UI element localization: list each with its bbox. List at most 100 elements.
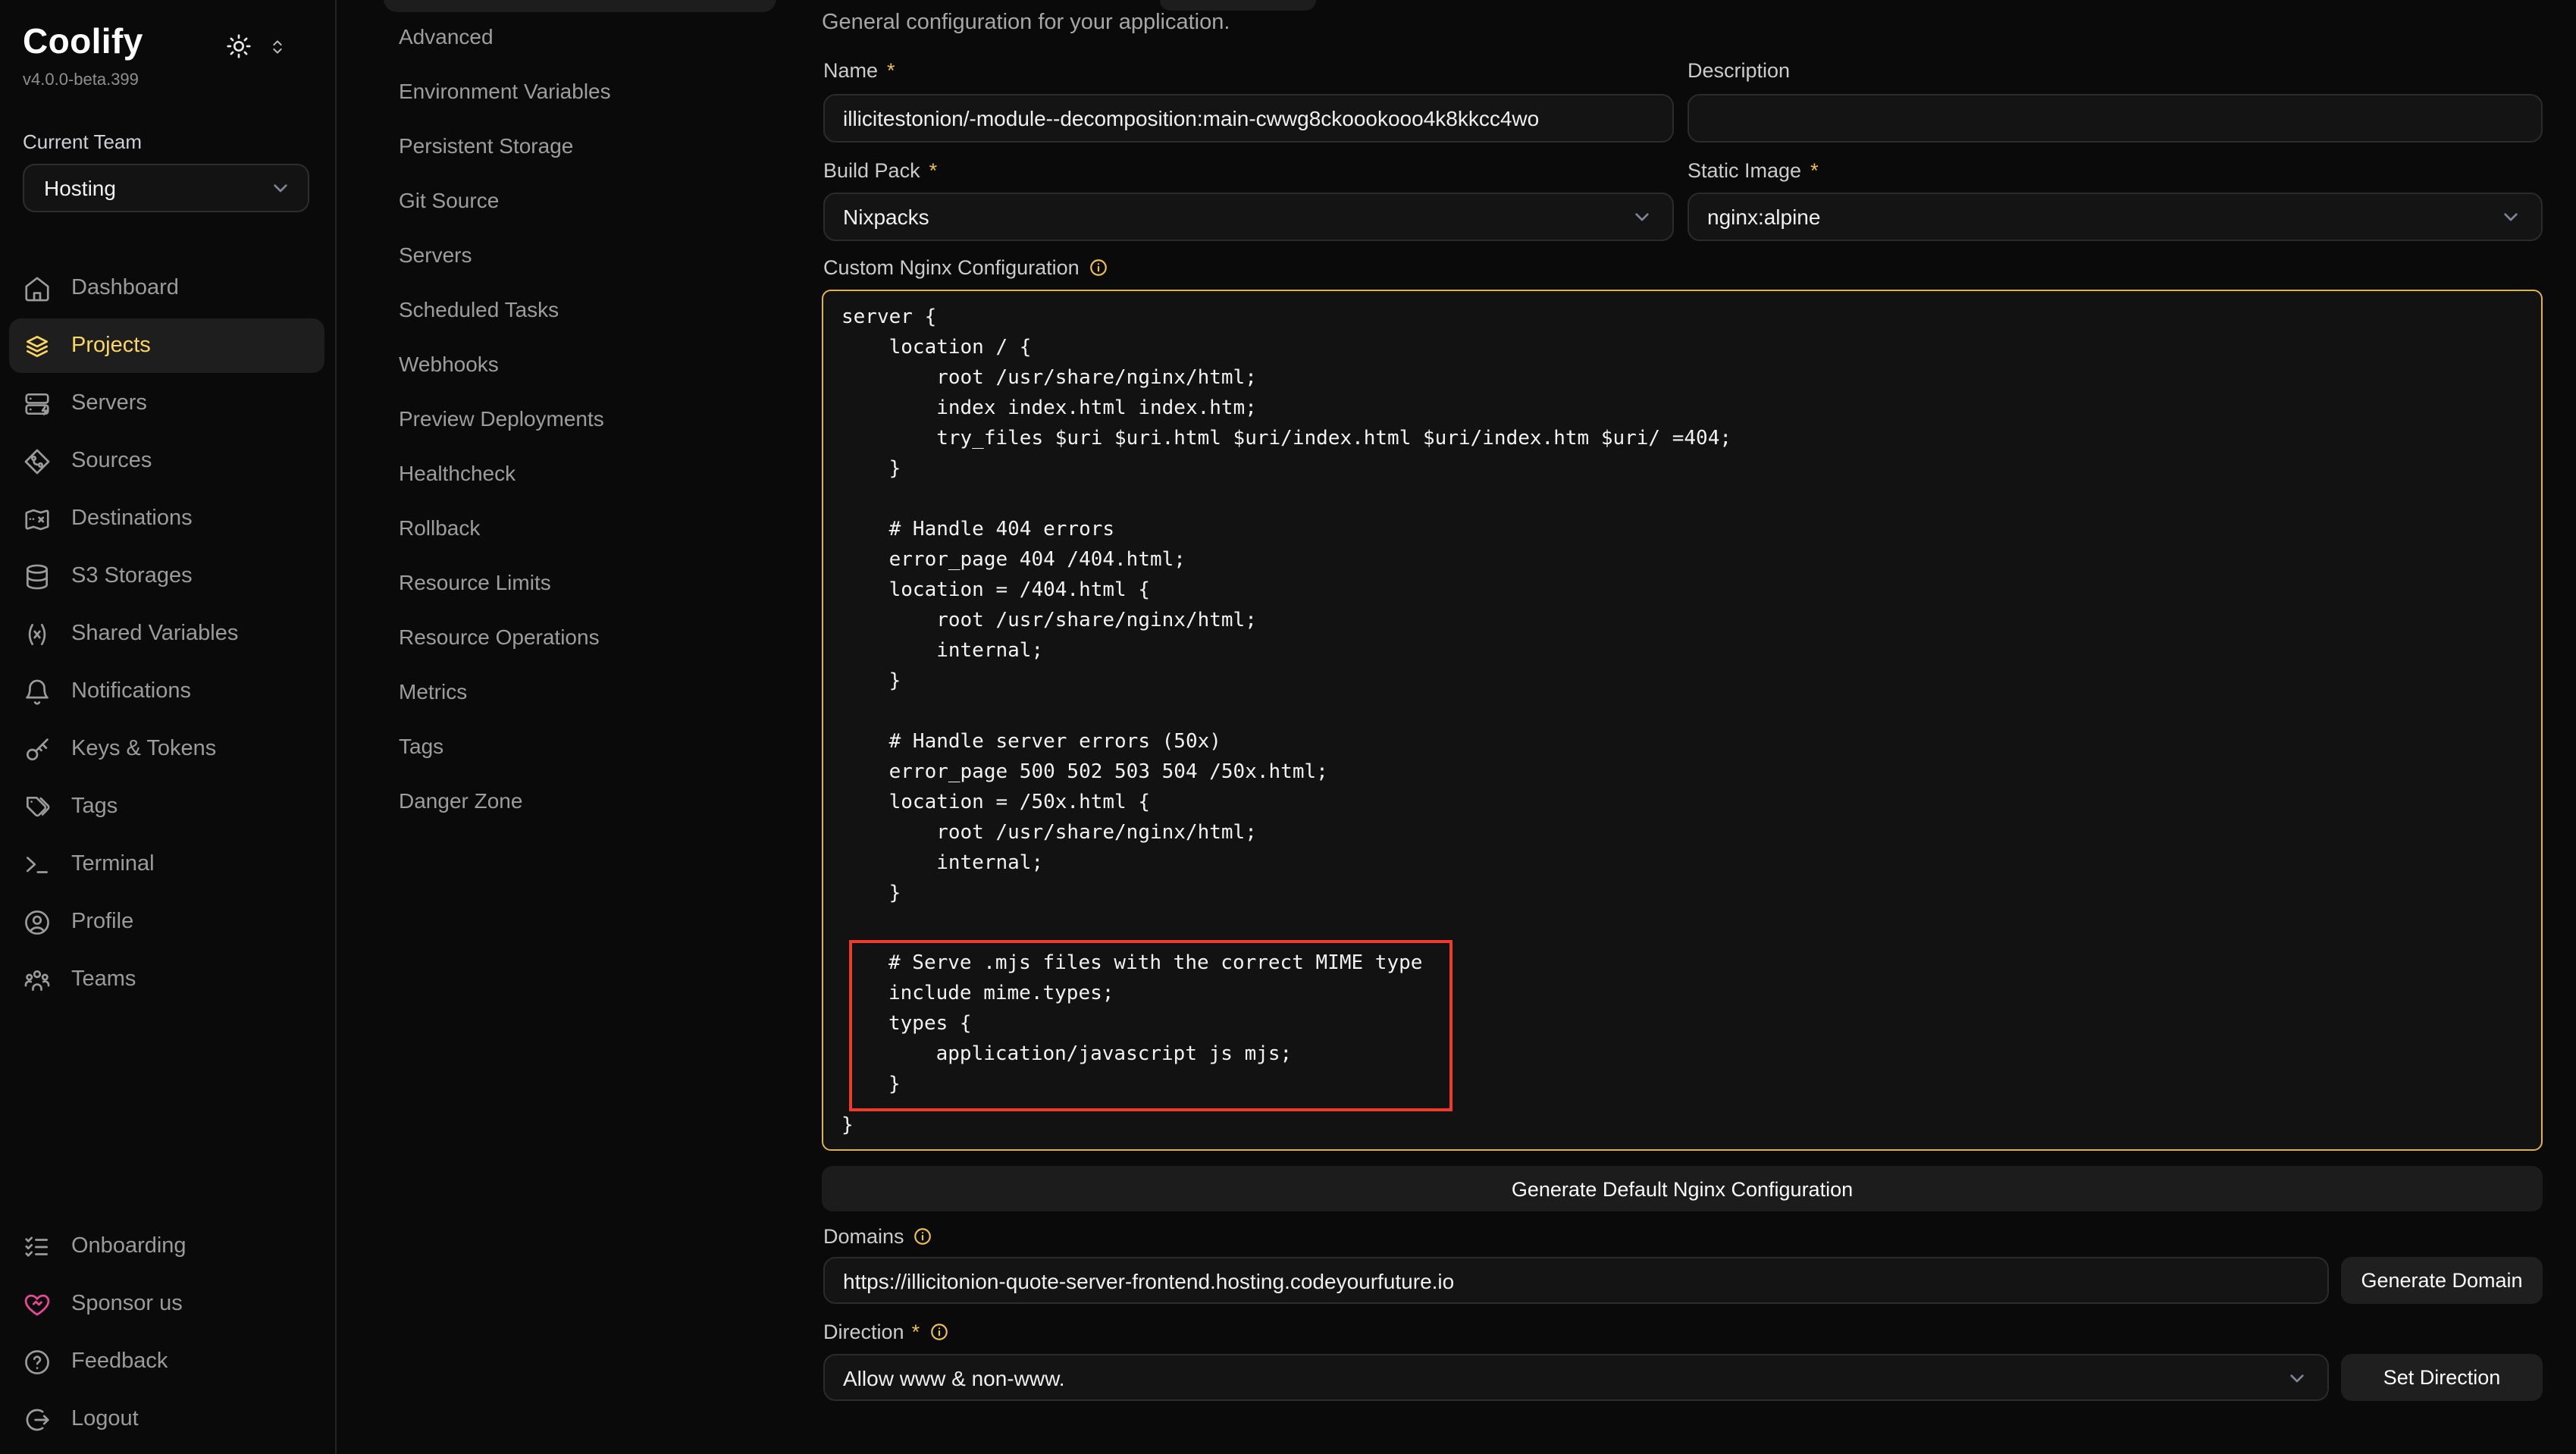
sidebar-item-teams[interactable]: Teams [9,952,324,1007]
page-subtitle: General configuration for your applicati… [822,11,1230,35]
code-line: location = /404.html { [841,576,2523,606]
submenu-selected-item-cutoff[interactable] [384,0,776,12]
users-icon [23,965,52,994]
app-logo[interactable]: Coolify [23,21,143,62]
code-line: try_files $uri $uri.html $uri/index.html… [841,425,2523,455]
code-line: # Serve .mjs files with the correct MIME… [888,949,1422,979]
code-line: application/javascript js mjs; [888,1040,1422,1070]
key-icon [23,735,52,763]
sidebar-item-label: Sponsor us [71,1292,183,1316]
set-direction-button[interactable]: Set Direction [2341,1354,2543,1401]
nginx-config-label: Custom Nginx Configuration [823,256,1108,279]
name-input[interactable] [823,94,1674,143]
submenu-item-resource-limits[interactable]: Resource Limits [338,555,820,609]
sidebar-item-logout[interactable]: Logout [9,1392,324,1446]
sidebar-item-tags[interactable]: Tags [9,779,324,834]
static-image-label: Static Image* [1688,159,1819,182]
info-icon[interactable] [1089,258,1108,277]
generate-domain-button[interactable]: Generate Domain [2341,1257,2543,1304]
static-image-select[interactable]: nginx:alpine [1688,193,2543,241]
submenu-item-persistent-storage[interactable]: Persistent Storage [338,118,820,173]
direction-select[interactable]: Allow www & non-www. [823,1354,2329,1401]
submenu-item-tags[interactable]: Tags [338,719,820,773]
required-marker: * [887,59,895,82]
submenu-item-git-source[interactable]: Git Source [338,173,820,227]
submenu-item-preview-deployments[interactable]: Preview Deployments [338,391,820,446]
sidebar-item-notifications[interactable]: Notifications [9,664,324,719]
code-line: error_page 404 /404.html; [841,546,2523,576]
nginx-config-editor[interactable]: server { location / { root /usr/share/ng… [822,290,2543,1151]
cutoff-top-button[interactable] [1160,0,1316,11]
info-icon[interactable] [929,1322,948,1342]
static-image-value: nginx:alpine [1707,205,1820,229]
sidebar-item-feedback[interactable]: Feedback [9,1334,324,1389]
coolify-app: Coolify v4.0.0-beta.399 Current Team Hos… [0,0,2576,1454]
database-icon [23,562,52,591]
sidebar-item-shared-variables[interactable]: Shared Variables [9,606,324,661]
sidebar-item-sponsor-us[interactable]: Sponsor us [9,1277,324,1331]
chevron-down-icon [268,176,293,200]
mjs-mime-annotation-box: # Serve .mjs files with the correct MIME… [849,940,1453,1111]
sidebar-item-s3-storages[interactable]: S3 Storages [9,549,324,603]
code-line: } [841,1111,2523,1142]
submenu-item-environment-variables[interactable]: Environment Variables [338,64,820,118]
generate-default-nginx-button[interactable]: Generate Default Nginx Configuration [822,1166,2543,1211]
sidebar: Coolify v4.0.0-beta.399 Current Team Hos… [0,0,337,1454]
sidebar-item-onboarding[interactable]: Onboarding [9,1219,324,1274]
code-line: server { [841,303,2523,334]
sidebar-nav: DashboardProjectsServers Sources Destinati… [0,261,337,1010]
home-icon [23,274,52,302]
sidebar-item-label: S3 Storages [71,564,193,588]
sidebar-item-destinations[interactable]: Destinations [9,491,324,546]
chevron-down-icon [1630,205,1654,229]
code-line: location / { [841,334,2523,364]
sidebar-item-terminal[interactable]: Terminal [9,837,324,892]
description-label: Description [1688,59,1790,82]
sidebar-item-keys-tokens[interactable]: Keys & Tokens [9,722,324,776]
git-diamond-icon [23,447,52,475]
main-panel: General configuration for your applicati… [822,0,2543,1454]
sidebar-item-sources[interactable]: Sources [9,434,324,488]
code-line: internal; [841,849,2523,879]
code-line: root /usr/share/nginx/html; [841,364,2523,394]
build-pack-label: Build Pack* [823,159,937,182]
submenu-item-webhooks[interactable]: Webhooks [338,337,820,391]
info-icon[interactable] [914,1227,933,1246]
submenu-item-rollback[interactable]: Rollback [338,500,820,555]
sidebar-footer-nav: Onboarding Sponsor us FeedbackLogout [0,1219,337,1449]
theme-toggle-sun-icon[interactable] [224,32,253,61]
required-marker: * [929,159,938,182]
sidebar-item-projects[interactable]: Projects [9,318,324,373]
tags-icon [23,792,52,821]
map-x-icon [23,504,52,533]
build-pack-select[interactable]: Nixpacks [823,193,1674,241]
required-marker: * [1810,159,1819,182]
domains-input[interactable] [823,1257,2329,1304]
code-line [841,485,2523,515]
code-line [841,910,2523,940]
submenu-item-scheduled-tasks[interactable]: Scheduled Tasks [338,282,820,337]
sidebar-item-servers[interactable]: Servers [9,376,324,431]
sidebar-item-label: Tags [71,794,118,819]
sidebar-item-dashboard[interactable]: Dashboard [9,261,324,315]
submenu-item-advanced[interactable]: Advanced [338,9,820,64]
submenu-item-danger-zone[interactable]: Danger Zone [338,773,820,828]
sidebar-item-label: Profile [71,910,133,934]
direction-label: Direction* [823,1321,948,1343]
settings-submenu: AdvancedEnvironment VariablesPersistent … [338,9,820,828]
sidebar-item-label: Sources [71,449,152,473]
code-line: # Handle 404 errors [841,515,2523,546]
layers-icon [23,331,52,360]
submenu-item-healthcheck[interactable]: Healthcheck [338,446,820,500]
team-select[interactable]: Hosting [23,164,309,212]
direction-value: Allow www & non-www. [843,1365,1065,1390]
submenu-item-metrics[interactable]: Metrics [338,664,820,719]
chevrons-up-down-icon[interactable] [267,36,288,57]
code-line: } [841,667,2523,697]
sidebar-item-profile[interactable]: Profile [9,895,324,949]
sidebar-item-label: Onboarding [71,1234,186,1258]
help-circle-icon [23,1347,52,1376]
submenu-item-resource-operations[interactable]: Resource Operations [338,609,820,664]
submenu-item-servers[interactable]: Servers [338,227,820,282]
description-input[interactable] [1688,94,2543,143]
